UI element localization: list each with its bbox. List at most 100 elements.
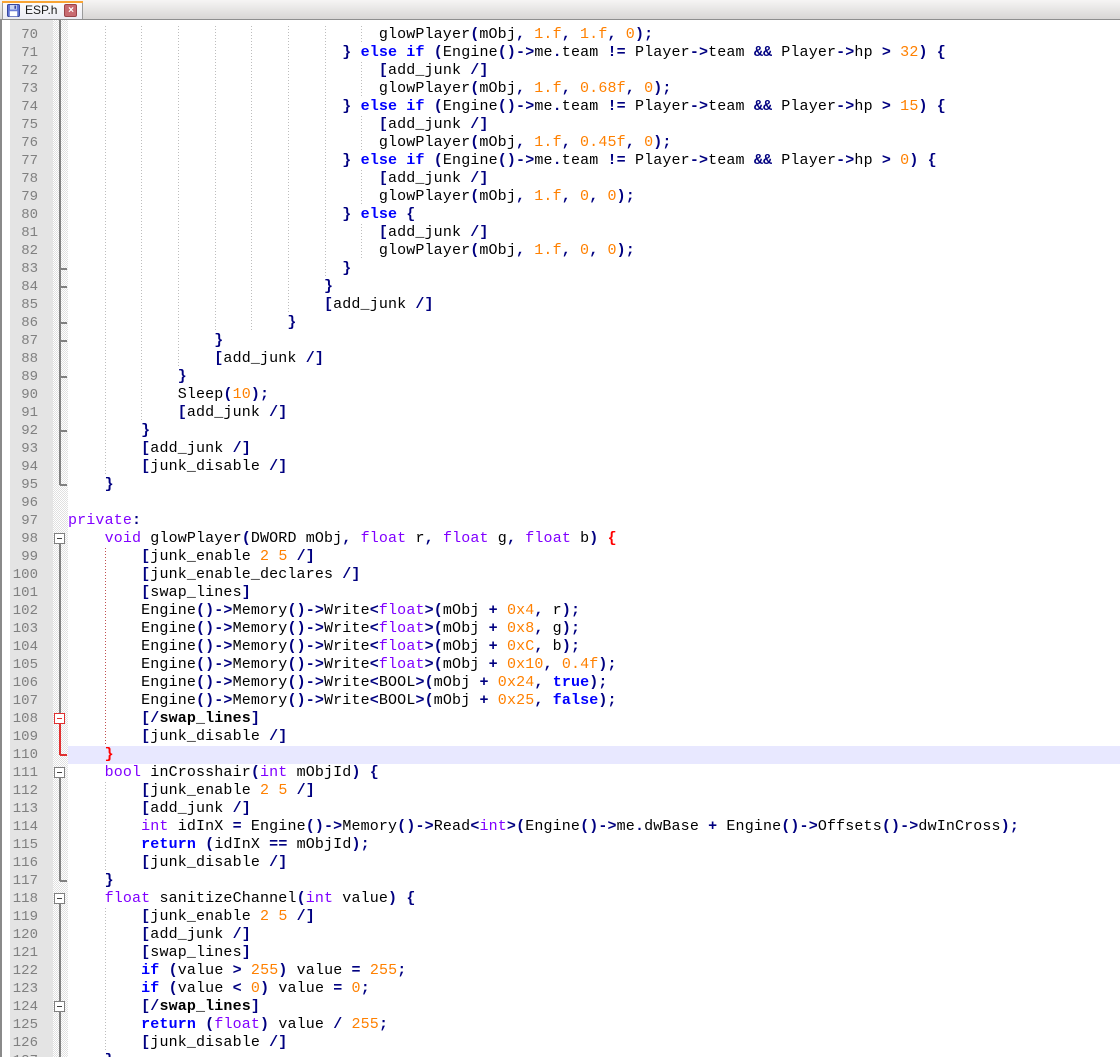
- code-line[interactable]: 80 } else {: [0, 206, 1120, 224]
- fold-line: [59, 683, 61, 692]
- code-text: }: [141, 422, 151, 439]
- fold-line: [59, 233, 61, 242]
- line-number: 105: [12, 657, 38, 673]
- line-number: 97: [21, 513, 38, 529]
- code-line[interactable]: 104 Engine()->Memory()->Write<float>(mOb…: [0, 638, 1120, 656]
- code-line[interactable]: 121 [swap_lines]: [0, 944, 1120, 962]
- code-text: glowPlayer(mObj, 1.f, 0.45f, 0);: [378, 134, 672, 151]
- close-tab-icon[interactable]: ×: [64, 3, 78, 17]
- code-line[interactable]: 106 Engine()->Memory()->Write<BOOL>(mObj…: [0, 674, 1120, 692]
- code-line[interactable]: 111 bool inCrosshair(int mObjId) {: [0, 764, 1120, 782]
- code-line[interactable]: 118 float sanitizeChannel(int value) {: [0, 890, 1120, 908]
- code-line[interactable]: 90 Sleep(10);: [0, 386, 1120, 404]
- fold-collapse-icon[interactable]: [54, 533, 65, 544]
- code-line[interactable]: 124 [/swap_lines]: [0, 998, 1120, 1016]
- fold-line: [59, 350, 61, 359]
- code-line[interactable]: 81 [add_junk /]: [0, 224, 1120, 242]
- code-line[interactable]: 82 glowPlayer(mObj, 1.f, 0, 0);: [0, 242, 1120, 260]
- line-number: 70: [21, 27, 38, 43]
- line-number: 80: [21, 207, 38, 223]
- fold-line: [59, 251, 61, 260]
- code-line[interactable]: 85 [add_junk /]: [0, 296, 1120, 314]
- code-line[interactable]: 119 [junk_enable 2 5 /]: [0, 908, 1120, 926]
- code-line[interactable]: 97 private:: [0, 512, 1120, 530]
- code-line[interactable]: 76 glowPlayer(mObj, 1.f, 0.45f, 0);: [0, 134, 1120, 152]
- line-number: 122: [12, 963, 38, 979]
- code-line[interactable]: 83 }: [0, 260, 1120, 278]
- code-line[interactable]: 127 }: [0, 1052, 1120, 1057]
- line-number: 72: [21, 63, 38, 79]
- code-line[interactable]: 125 return (float) value / 255;: [0, 1016, 1120, 1034]
- code-line[interactable]: 99 [junk_enable 2 5 /]: [0, 548, 1120, 566]
- fold-line: [59, 107, 61, 116]
- code-line[interactable]: 101 [swap_lines]: [0, 584, 1120, 602]
- fold-line: [59, 1034, 61, 1043]
- code-line[interactable]: 71 } else if (Engine()->me.team != Playe…: [0, 44, 1120, 62]
- code-line[interactable]: 72 [add_junk /]: [0, 62, 1120, 80]
- fold-line: [59, 53, 61, 62]
- code-line[interactable]: 84 }: [0, 278, 1120, 296]
- code-line[interactable]: 109 [junk_disable /]: [0, 728, 1120, 746]
- code-line[interactable]: 100 [junk_enable_declares /]: [0, 566, 1120, 584]
- code-line[interactable]: 96: [0, 494, 1120, 512]
- code-line[interactable]: 110 }: [0, 746, 1120, 764]
- code-line[interactable]: 91 [add_junk /]: [0, 404, 1120, 422]
- fold-collapse-icon[interactable]: [54, 713, 65, 724]
- code-line[interactable]: 94 [junk_disable /]: [0, 458, 1120, 476]
- code-line[interactable]: 75 [add_junk /]: [0, 116, 1120, 134]
- code-line[interactable]: 102 Engine()->Memory()->Write<float>(mOb…: [0, 602, 1120, 620]
- code-line[interactable]: 112 [junk_enable 2 5 /]: [0, 782, 1120, 800]
- code-line[interactable]: 103 Engine()->Memory()->Write<float>(mOb…: [0, 620, 1120, 638]
- fold-line: [59, 269, 61, 278]
- fold-line: [59, 620, 61, 629]
- code-line[interactable]: 105 Engine()->Memory()->Write<float>(mOb…: [0, 656, 1120, 674]
- fold-collapse-icon[interactable]: [54, 1001, 65, 1012]
- code-line[interactable]: 86 }: [0, 314, 1120, 332]
- line-number: 103: [12, 621, 38, 637]
- code-line[interactable]: 88 [add_junk /]: [0, 350, 1120, 368]
- fold-line: [59, 584, 61, 593]
- fold-collapse-icon[interactable]: [54, 893, 65, 904]
- code-line[interactable]: 117 }: [0, 872, 1120, 890]
- code-line[interactable]: 89 }: [0, 368, 1120, 386]
- code-line[interactable]: 92 }: [0, 422, 1120, 440]
- code-line[interactable]: 70 glowPlayer(mObj, 1.f, 1.f, 0);: [0, 26, 1120, 44]
- fold-line: [59, 98, 61, 107]
- code-text: } else if (Engine()->me.team != Player->…: [342, 44, 946, 61]
- code-line[interactable]: 113 [add_junk /]: [0, 800, 1120, 818]
- code-line[interactable]: 108 [/swap_lines]: [0, 710, 1120, 728]
- code-line[interactable]: 120 [add_junk /]: [0, 926, 1120, 944]
- code-text: [junk_disable /]: [141, 458, 288, 475]
- code-text: }: [287, 314, 297, 331]
- code-line[interactable]: 114 int idInX = Engine()->Memory()->Read…: [0, 818, 1120, 836]
- code-line[interactable]: 78 [add_junk /]: [0, 170, 1120, 188]
- fold-line: [59, 557, 61, 566]
- code-line[interactable]: 79 glowPlayer(mObj, 1.f, 0, 0);: [0, 188, 1120, 206]
- code-line[interactable]: 77 } else if (Engine()->me.team != Playe…: [0, 152, 1120, 170]
- fold-line: [59, 143, 61, 152]
- editor-area[interactable]: 70 glowPlayer(mObj, 1.f, 1.f, 0); 71 } el…: [0, 20, 1120, 1057]
- fold-line: [59, 638, 61, 647]
- line-number: 84: [21, 279, 38, 295]
- fold-end-tick: [60, 376, 67, 378]
- tab-esp-h[interactable]: ESP.h ×: [2, 1, 84, 19]
- fold-line: [59, 566, 61, 575]
- code-line[interactable]: 126 [junk_disable /]: [0, 1034, 1120, 1052]
- code-line[interactable]: 93 [add_junk /]: [0, 440, 1120, 458]
- code-line[interactable]: 107 Engine()->Memory()->Write<BOOL>(mObj…: [0, 692, 1120, 710]
- code-line[interactable]: 95 }: [0, 476, 1120, 494]
- fold-collapse-icon[interactable]: [54, 767, 65, 778]
- code-line[interactable]: 98 void glowPlayer(DWORD mObj, float r, …: [0, 530, 1120, 548]
- code-line[interactable]: 73 glowPlayer(mObj, 1.f, 0.68f, 0);: [0, 80, 1120, 98]
- code-text: [add_junk /]: [141, 800, 251, 817]
- fold-line: [59, 80, 61, 89]
- code-line[interactable]: 116 [junk_disable /]: [0, 854, 1120, 872]
- code-line[interactable]: 123 if (value < 0) value = 0;: [0, 980, 1120, 998]
- line-number: 82: [21, 243, 38, 259]
- code-line[interactable]: 115 return (idInX == mObjId);: [0, 836, 1120, 854]
- code-line[interactable]: 87 }: [0, 332, 1120, 350]
- fold-line: [59, 827, 61, 836]
- code-line[interactable]: 74 } else if (Engine()->me.team != Playe…: [0, 98, 1120, 116]
- line-number: 90: [21, 387, 38, 403]
- code-line[interactable]: 122 if (value > 255) value = 255;: [0, 962, 1120, 980]
